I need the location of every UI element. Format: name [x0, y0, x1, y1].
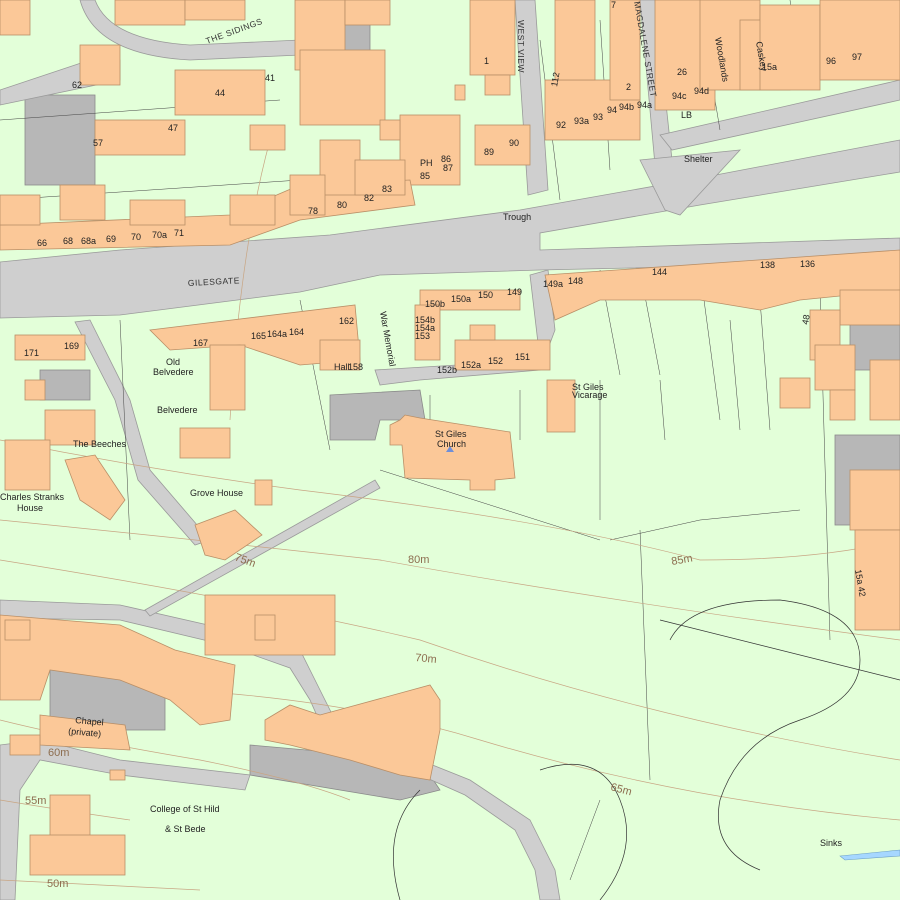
house-number: 7	[611, 0, 616, 10]
house-number: 164	[289, 327, 304, 337]
house-number: 167	[193, 338, 208, 348]
label-charles-stranks-2: House	[17, 503, 43, 513]
label-st-giles-church-2: Church	[437, 439, 466, 449]
house-number: 70a	[152, 230, 167, 240]
house-number: 171	[24, 348, 39, 358]
house-number: 150	[478, 290, 493, 300]
house-number: 70	[131, 232, 141, 242]
contour-label-85: 85m	[670, 552, 693, 568]
label-shelter: Shelter	[684, 154, 713, 164]
house-number: 2	[626, 82, 631, 92]
house-number: 94c	[672, 91, 687, 101]
house-number: 151	[515, 352, 530, 362]
house-number: 152a	[461, 360, 481, 370]
house-number: 94b	[619, 102, 634, 112]
map-svg: THE SIDINGS WEST VIEW MAGDALENE STREET G…	[0, 0, 900, 900]
house-number: 153	[415, 331, 430, 341]
contour-label-60: 60m	[48, 747, 69, 759]
house-number: 90	[509, 138, 519, 148]
label-sinks: Sinks	[820, 838, 843, 848]
house-number: 149	[507, 287, 522, 297]
house-number: 62	[72, 80, 82, 90]
house-number: 162	[339, 316, 354, 326]
label-old-belvedere-2: Belvedere	[153, 367, 194, 377]
road-label-the-sidings: THE SIDINGS	[204, 16, 264, 46]
road-label-west-view: WEST VIEW	[516, 20, 526, 73]
house-number: 93a	[574, 116, 589, 126]
label-ph: PH	[420, 158, 433, 168]
house-number: 83	[382, 184, 392, 194]
house-number: 15a	[762, 62, 777, 72]
house-number: 152b	[437, 365, 457, 375]
house-number: 94a	[637, 100, 652, 110]
contour-label-55: 55m	[25, 795, 46, 807]
house-number: 69	[106, 234, 116, 244]
house-number: 68	[63, 236, 73, 246]
gray-yard	[24, 94, 96, 186]
house-number: 85	[420, 171, 430, 181]
house-number: 169	[64, 341, 79, 351]
field-paths	[392, 599, 900, 900]
house-number: 68a	[81, 236, 96, 246]
label-college-1: College of St Hild	[150, 804, 220, 814]
label-st-giles-vicarage-2: Vicarage	[572, 390, 607, 400]
label-belvedere: Belvedere	[157, 405, 198, 415]
contour-label-50: 50m	[47, 878, 68, 890]
house-number: 71	[174, 228, 184, 238]
house-number: 89	[484, 147, 494, 157]
label-lb: LB	[681, 110, 692, 120]
house-number: 92	[556, 120, 566, 130]
house-number: 93	[593, 112, 603, 122]
house-number: 66	[37, 238, 47, 248]
contour-label-80: 80m	[408, 554, 429, 566]
sinks-water	[839, 849, 900, 861]
house-number: 149a	[543, 279, 563, 289]
house-number: 87	[443, 163, 453, 173]
house-number: 165	[251, 331, 266, 341]
label-st-giles-church-1: St Giles	[435, 429, 467, 439]
house-number: 82	[364, 193, 374, 203]
house-number: 78	[308, 206, 318, 216]
house-number: 148	[568, 276, 583, 286]
house-number: 152	[488, 356, 503, 366]
house-number: 164a	[267, 329, 287, 339]
label-old-belvedere-1: Old	[166, 357, 180, 367]
house-number: 47	[168, 123, 178, 133]
house-number: 150a	[451, 294, 471, 304]
gray-yard	[39, 369, 91, 401]
house-number: 97	[852, 52, 862, 62]
house-number: 41	[265, 73, 275, 83]
house-number: 144	[652, 267, 667, 277]
house-number: 138	[760, 260, 775, 270]
house-number: 57	[93, 138, 103, 148]
house-number: 26	[677, 67, 687, 77]
contour-label-70: 70m	[415, 652, 437, 666]
house-number: 136	[800, 259, 815, 269]
house-number: 96	[826, 56, 836, 66]
label-trough: Trough	[503, 212, 531, 222]
house-number: 158	[348, 362, 363, 372]
contour-label-65: 65m	[609, 781, 633, 798]
house-number: 150b	[425, 299, 445, 309]
house-number: 94d	[694, 86, 709, 96]
label-war-memorial: War Memorial	[378, 311, 398, 368]
label-college-2: & St Bede	[165, 824, 206, 834]
house-number: 80	[337, 200, 347, 210]
label-charles-stranks-1: Charles Stranks	[0, 492, 65, 502]
house-number: 44	[215, 88, 225, 98]
college-lane	[0, 739, 251, 900]
st-giles-church-building	[389, 414, 516, 491]
label-the-beeches: The Beeches	[73, 439, 127, 449]
house-number: 94	[607, 105, 617, 115]
label-grove-house: Grove House	[190, 488, 243, 498]
house-number: 48	[800, 314, 812, 326]
house-number: 1	[484, 56, 489, 66]
map-canvas[interactable]: THE SIDINGS WEST VIEW MAGDALENE STREET G…	[0, 0, 900, 900]
